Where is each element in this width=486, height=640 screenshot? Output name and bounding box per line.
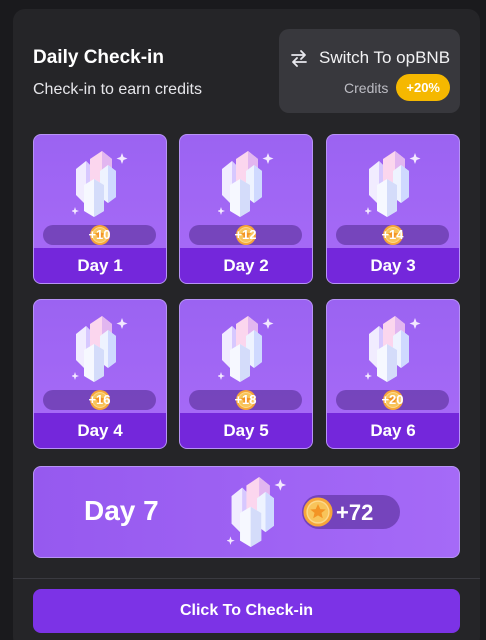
crystal-icon <box>364 316 421 387</box>
credits-bonus-row: Credits +20% <box>344 74 450 101</box>
switch-network-label: Switch To opBNB <box>319 48 451 67</box>
day-card-6[interactable]: +20 Day 6 <box>326 299 460 449</box>
day7-reward-value: +72 <box>336 500 374 525</box>
day-label: Day 5 <box>180 413 312 448</box>
reward-pill: +12 <box>189 225 302 245</box>
day-label: Day 2 <box>180 248 312 283</box>
day-label: Day 4 <box>34 413 166 448</box>
day7-card[interactable]: Day 7 +72 <box>33 466 460 558</box>
day-card-3[interactable]: +14 Day 3 <box>326 134 460 284</box>
day-card-4[interactable]: +16 Day 4 <box>33 299 167 449</box>
switch-network-button[interactable]: Switch To opBNB <box>289 48 450 68</box>
crystal-icon <box>217 316 274 387</box>
crystal-icon <box>226 477 287 552</box>
reward-value: +16 <box>88 392 111 407</box>
reward-pill: +20 <box>336 390 449 410</box>
reward-value: +14 <box>381 227 404 242</box>
reward-pill: +10 <box>43 225 156 245</box>
reward-pill: +16 <box>43 390 156 410</box>
day-card-2[interactable]: +12 Day 2 <box>179 134 313 284</box>
day7-label: Day 7 <box>84 495 159 526</box>
reward-value: +18 <box>234 392 257 407</box>
day-label: Day 6 <box>327 413 459 448</box>
day7-reward-pill: +72 <box>302 495 400 529</box>
switch-network-card[interactable]: Switch To opBNB Credits +20% <box>279 29 460 113</box>
day-label: Day 1 <box>34 248 166 283</box>
divider <box>13 578 480 579</box>
day-label: Day 3 <box>327 248 459 283</box>
page-subtitle: Check-in to earn credits <box>33 81 202 98</box>
reward-pill: +18 <box>189 390 302 410</box>
swap-arrows-icon <box>291 50 307 67</box>
crystal-icon <box>364 151 421 222</box>
credits-bonus-badge: +20% <box>396 74 450 101</box>
reward-value: +20 <box>381 392 404 407</box>
reward-pill: +14 <box>336 225 449 245</box>
coin-icon <box>302 496 334 534</box>
page-title: Daily Check-in <box>33 47 164 68</box>
check-in-button[interactable]: Click To Check-in <box>33 589 460 633</box>
day-card-5[interactable]: +18 Day 5 <box>179 299 313 449</box>
crystal-icon <box>71 316 128 387</box>
crystal-icon <box>217 151 274 222</box>
reward-value: +12 <box>234 227 257 242</box>
day-card-1[interactable]: +10 Day 1 <box>33 134 167 284</box>
credits-label: Credits <box>344 79 389 96</box>
reward-value: +10 <box>88 227 111 242</box>
crystal-icon <box>71 151 128 222</box>
